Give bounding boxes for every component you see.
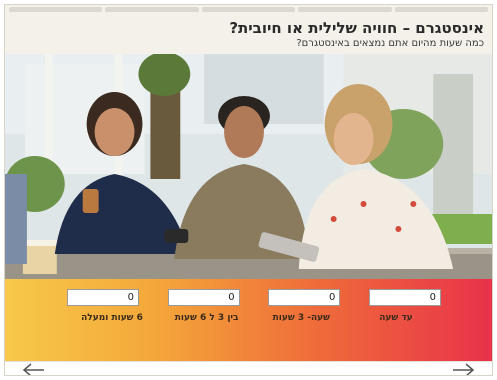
page-header: אינסטגרם – חוויה שלילית או חיובית? כמה ש… xyxy=(5,15,492,53)
hours-input-one-to-three[interactable] xyxy=(268,289,341,306)
survey-labels: עד שעה שעה- 3 שעות בין 3 ל 6 שעות 6 שעות… xyxy=(67,313,441,323)
top-tab-strip xyxy=(5,5,492,15)
page-title: אינסטגרם – חוויה שלילית או חיובית? xyxy=(229,19,484,37)
next-button[interactable] xyxy=(448,361,478,375)
survey-panel: עד שעה שעה- 3 שעות בין 3 ל 6 שעות 6 שעות… xyxy=(5,279,492,361)
hours-input-up-to-one[interactable] xyxy=(368,289,441,306)
tab-indicator xyxy=(201,7,296,12)
option-label: שעה- 3 שעות xyxy=(272,313,330,323)
tab-indicator xyxy=(105,7,199,12)
hours-input-three-to-six[interactable] xyxy=(167,289,240,306)
scene-photo xyxy=(5,54,492,280)
tab-indicator xyxy=(298,7,392,12)
hours-input-six-plus[interactable] xyxy=(67,289,139,306)
tab-indicator xyxy=(394,7,489,12)
tab-indicator xyxy=(9,7,103,12)
option-label: עד שעה xyxy=(379,313,413,323)
page-subtitle: כמה שעות מהיום אתם נמצאים באינסטגרם? xyxy=(296,38,484,49)
photo-illustration xyxy=(5,54,492,280)
option-label: 6 שעות ומעלה xyxy=(81,313,143,323)
arrow-right-icon xyxy=(453,363,475,375)
bottom-nav xyxy=(5,361,492,375)
previous-button[interactable] xyxy=(19,361,49,375)
app-frame: אינסטגרם – חוויה שלילית או חיובית? כמה ש… xyxy=(4,4,493,376)
survey-inputs xyxy=(67,289,441,307)
option-label: בין 3 ל 6 שעות xyxy=(174,313,239,323)
arrow-left-icon xyxy=(22,363,44,375)
